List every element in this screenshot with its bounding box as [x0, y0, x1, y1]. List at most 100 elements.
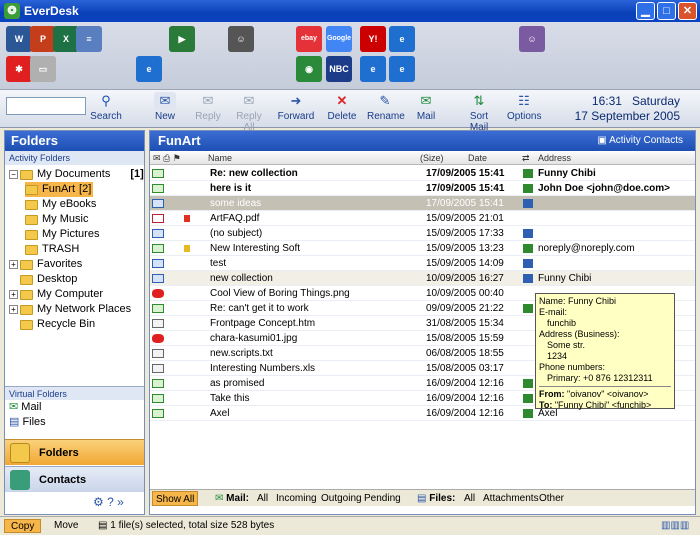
- ie-link-icon-2[interactable]: e: [360, 56, 386, 82]
- world-icon[interactable]: ◉: [296, 56, 322, 82]
- blue-item-icon: [152, 199, 164, 208]
- table-row[interactable]: new collection 10/09/2005 16:27 Funny Chib…: [150, 271, 695, 286]
- received-arrow-icon: [523, 304, 533, 313]
- folder-my-music[interactable]: My Music: [25, 212, 88, 227]
- document-icon[interactable]: ▭: [30, 56, 56, 82]
- search-input[interactable]: [6, 97, 86, 115]
- received-arrow-icon: [523, 199, 533, 208]
- tab-other[interactable]: Other: [536, 491, 567, 506]
- mail-item-icon: [152, 169, 164, 178]
- folder-desktop[interactable]: Desktop: [9, 272, 77, 287]
- copy-button[interactable]: Copy: [4, 519, 42, 533]
- folder-my-pictures[interactable]: My Pictures: [25, 227, 99, 242]
- folder-count: [2]: [79, 183, 92, 195]
- sort-mail-button[interactable]: ⇅ Sort Mail: [460, 92, 498, 133]
- word-icon[interactable]: W: [6, 26, 32, 52]
- search-button[interactable]: ⚲ Search: [90, 92, 122, 126]
- blue-item-icon: [152, 229, 164, 238]
- ie-link-icon[interactable]: e: [389, 26, 415, 52]
- folder-title: FunArt: [158, 133, 201, 148]
- maximize-button[interactable]: □: [657, 2, 676, 20]
- table-row[interactable]: New Interesting Soft 15/09/2005 13:23 nore…: [150, 241, 695, 256]
- folder-funart[interactable]: FunArt [2]: [25, 182, 94, 197]
- folder-label: TRASH: [42, 243, 80, 255]
- column-name[interactable]: Name: [208, 152, 232, 165]
- folder-favorites[interactable]: + Favorites: [9, 257, 82, 272]
- flag-icon[interactable]: [184, 245, 190, 252]
- folders-tab[interactable]: Folders: [5, 439, 144, 465]
- folder-label: My Computer: [37, 288, 104, 300]
- column-size[interactable]: (Size): [420, 152, 444, 165]
- expand-icon[interactable]: +: [9, 260, 18, 269]
- options-button[interactable]: ☷ Options: [507, 92, 541, 126]
- mail-filter-icon: ✉: [215, 493, 227, 504]
- flag-icon[interactable]: [184, 215, 190, 222]
- type-column-icon[interactable]: ✉ ⎙ ⚑: [153, 152, 181, 165]
- internet-explorer-icon[interactable]: e: [136, 56, 162, 82]
- item-name: test: [210, 258, 227, 269]
- tab-show-all[interactable]: Show All: [152, 491, 199, 506]
- tab-attachments[interactable]: Attachments: [480, 491, 542, 506]
- mail-button[interactable]: ✉ Mail: [413, 92, 439, 126]
- reply-button[interactable]: ✉ Reply: [193, 92, 223, 126]
- ie-link-icon-3[interactable]: e: [389, 56, 415, 82]
- folder-my-network-places[interactable]: + My Network Places: [9, 302, 131, 317]
- media-player-icon[interactable]: ▶: [169, 26, 195, 52]
- delete-button[interactable]: ✕ Delete: [326, 92, 358, 126]
- column-address[interactable]: Address: [538, 152, 571, 165]
- yahoo-icon[interactable]: Y!: [360, 26, 386, 52]
- minimize-button[interactable]: ▁: [636, 2, 655, 20]
- mail-filter-label: ✉ Mail:: [215, 493, 249, 504]
- item-date: 06/08/2005 18:55: [426, 348, 504, 359]
- app-icon: ❂: [4, 3, 20, 19]
- expand-icon[interactable]: +: [9, 305, 18, 314]
- virtual-folder-files[interactable]: ▤ Files: [5, 415, 144, 430]
- tab-mail-all[interactable]: All: [254, 491, 271, 506]
- msnbc-icon[interactable]: NBC: [326, 56, 352, 82]
- reply-all-button[interactable]: ✉ Reply All: [230, 92, 268, 133]
- ebay-icon[interactable]: ebay: [296, 26, 322, 52]
- sort-mail-icon: ⇅: [473, 93, 485, 108]
- table-row[interactable]: test 15/09/2005 14:09: [150, 256, 695, 271]
- new-button[interactable]: ✉ New: [150, 92, 180, 126]
- table-row[interactable]: ArtFAQ.pdf 15/09/2005 21:01: [150, 211, 695, 226]
- tab-pending[interactable]: Pending: [361, 491, 404, 506]
- column-date[interactable]: Date: [468, 152, 487, 165]
- folder-recycle-bin[interactable]: Recycle Bin: [9, 317, 95, 332]
- anime-icon[interactable]: ☺: [519, 26, 545, 52]
- folder-icon: [20, 169, 33, 180]
- contacts-tab[interactable]: Contacts: [5, 466, 144, 492]
- blue-item-icon: [152, 274, 164, 283]
- png-item-icon: [152, 349, 164, 358]
- paint-icon[interactable]: ✱: [6, 56, 32, 82]
- tab-outgoing[interactable]: Outgoing: [318, 491, 365, 506]
- table-row[interactable]: here is it 17/09/2005 15:41 John Doe <john…: [150, 181, 695, 196]
- expand-icon[interactable]: −: [9, 170, 18, 179]
- folder-label: My eBooks: [42, 198, 97, 210]
- google-icon[interactable]: Google: [326, 26, 352, 52]
- notepad-icon[interactable]: ≡: [76, 26, 102, 52]
- view-mode-icons[interactable]: ▥▥▥: [655, 519, 695, 533]
- expand-icon[interactable]: +: [9, 290, 18, 299]
- table-row[interactable]: some ideas 17/09/2005 15:41: [150, 196, 695, 211]
- tab-incoming[interactable]: Incoming: [273, 491, 320, 506]
- close-button[interactable]: ✕: [678, 2, 697, 20]
- rename-button[interactable]: ✎ Rename: [367, 92, 405, 126]
- forward-button[interactable]: ➜ Forward: [277, 92, 315, 126]
- folder-my-documents[interactable]: − My Documents [1]: [9, 167, 144, 182]
- move-button[interactable]: Move: [48, 519, 84, 533]
- item-address: noreply@noreply.com: [538, 243, 635, 254]
- folder-icon: [25, 244, 38, 255]
- folder-trash[interactable]: TRASH: [25, 242, 79, 257]
- folder-my-ebooks[interactable]: My eBooks: [25, 197, 96, 212]
- table-row[interactable]: (no subject) 15/09/2005 17:33: [150, 226, 695, 241]
- folder-my-computer[interactable]: + My Computer: [9, 287, 103, 302]
- einstein-icon[interactable]: ☺: [228, 26, 254, 52]
- tab-files-all[interactable]: All: [461, 491, 478, 506]
- virtual-folder-mail[interactable]: ✉ Mail: [5, 400, 144, 415]
- table-row[interactable]: Re: new collection 17/09/2005 15:41 Funny …: [150, 166, 695, 181]
- folder-icon: [20, 319, 33, 330]
- activity-contacts-button[interactable]: ▣ Activity Contacts: [597, 131, 683, 151]
- column-status-icon[interactable]: ⇄: [522, 152, 530, 165]
- help-icon[interactable]: ⚙ ? »: [93, 495, 124, 509]
